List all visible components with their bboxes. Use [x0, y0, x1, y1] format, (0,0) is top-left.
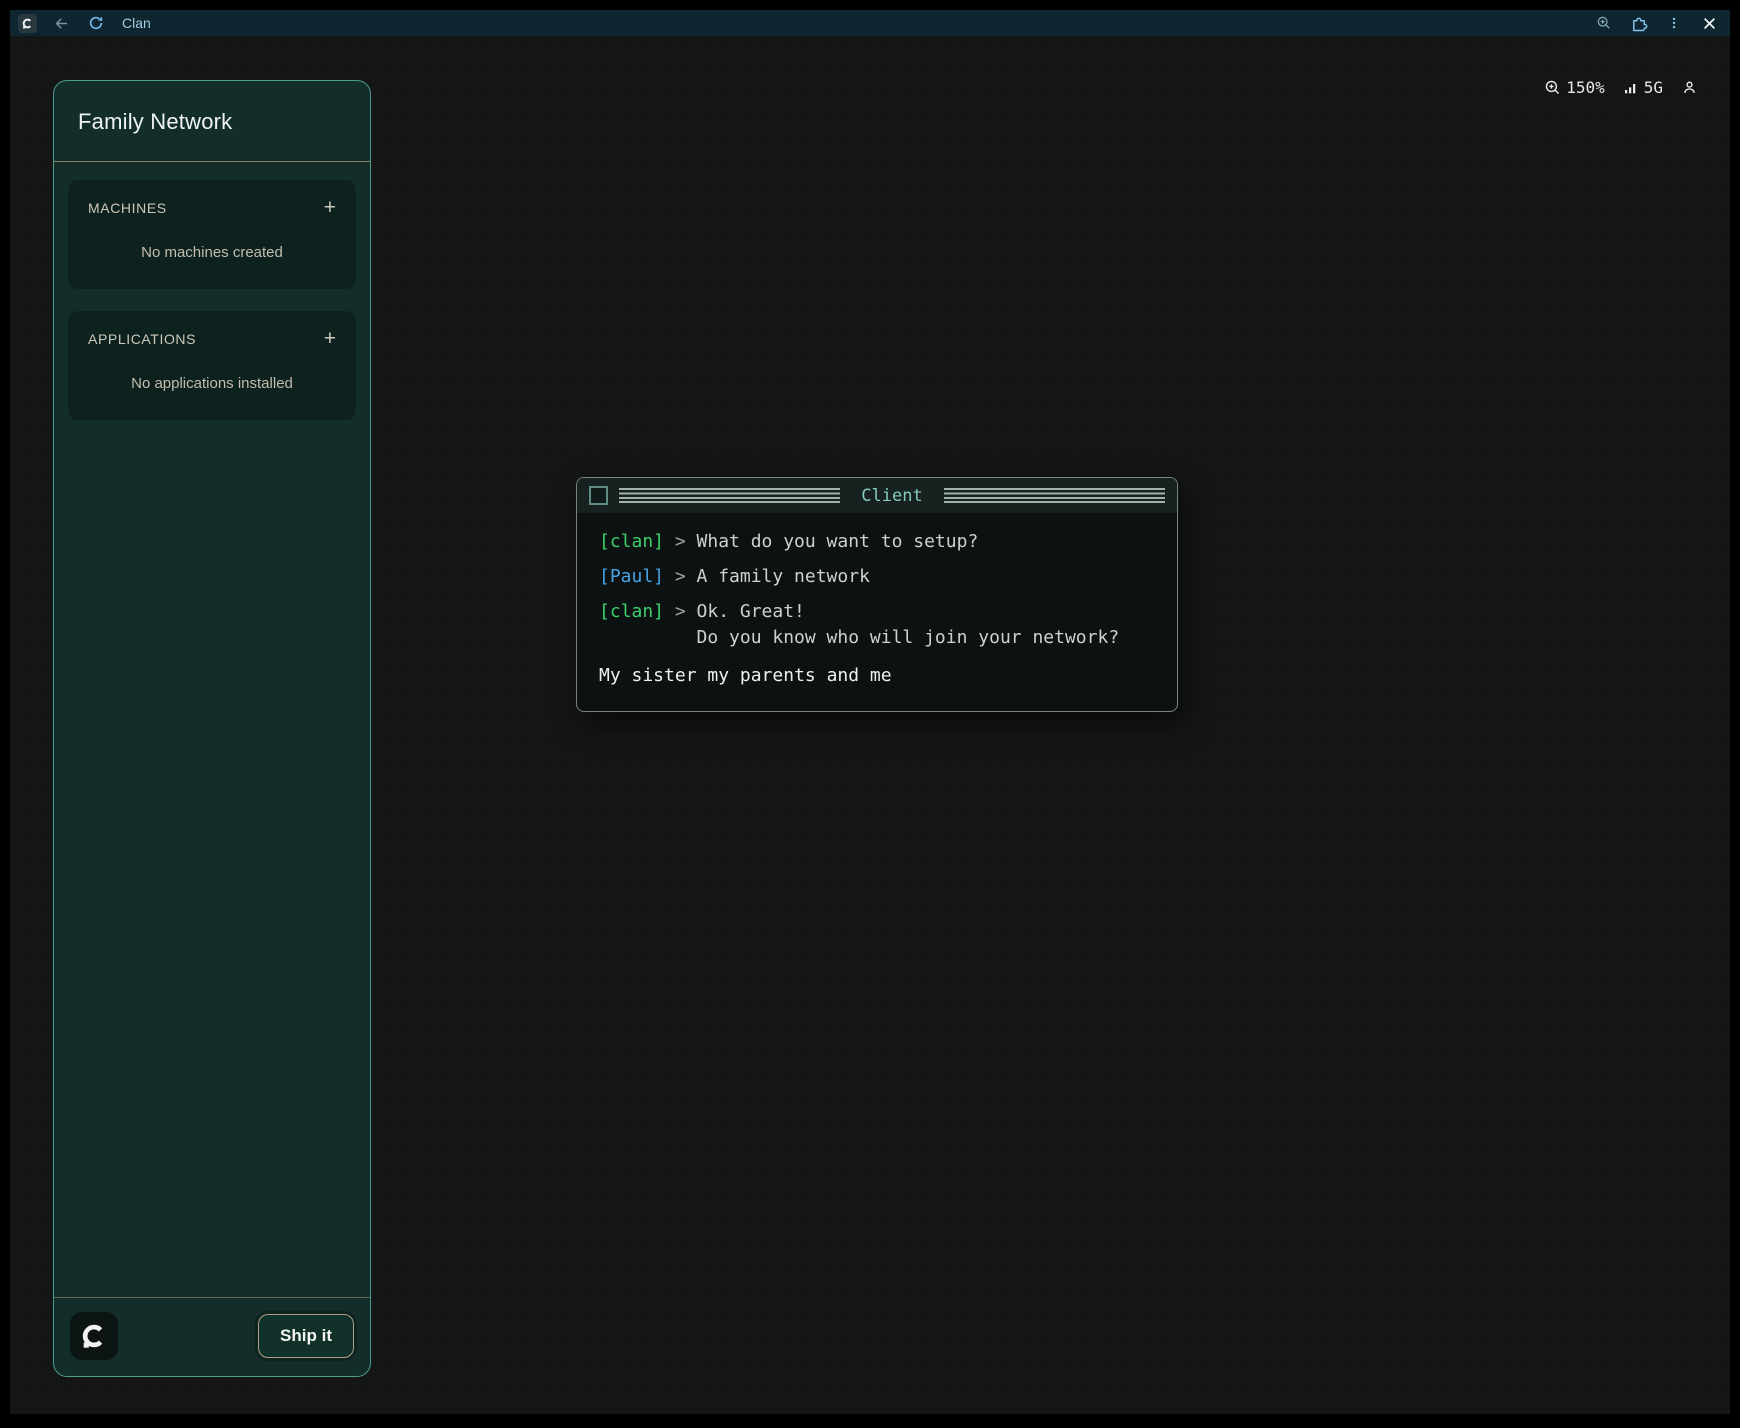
client-terminal-body: [clan]>What do you want to setup?[Paul]>… — [577, 513, 1177, 711]
add-application-button[interactable]: + — [324, 332, 336, 346]
chat-speaker-label: [Paul] — [599, 564, 664, 590]
chat-message-text: Ok. Great!Do you know who will join your… — [697, 599, 1155, 651]
client-window-title: Client — [851, 486, 932, 506]
clan-logo — [70, 1312, 118, 1360]
chat-speaker-label: [clan] — [599, 529, 664, 555]
machines-empty-text: No machines created — [88, 244, 336, 261]
magnifier-zoom-icon — [1544, 79, 1561, 96]
network-type-value: 5G — [1644, 78, 1663, 97]
extensions-button[interactable] — [1628, 12, 1650, 34]
reload-icon — [88, 15, 104, 31]
machines-section: MACHINES + No machines created — [68, 180, 356, 289]
applications-section-header: APPLICATIONS + — [88, 331, 336, 347]
applications-label: APPLICATIONS — [88, 331, 196, 347]
chat-speaker-label: [clan] — [599, 599, 664, 651]
chat-message-text: A family network — [697, 564, 1155, 590]
add-machine-button[interactable]: + — [324, 201, 336, 215]
app-window: Clan — [10, 10, 1730, 1414]
client-titlebar[interactable]: Client — [577, 478, 1177, 513]
zoom-button[interactable] — [1593, 12, 1615, 34]
reload-button[interactable] — [85, 12, 107, 34]
magnifier-zoom-icon — [1596, 15, 1612, 31]
chat-message: [clan]>Ok. Great!Do you know who will jo… — [599, 599, 1155, 651]
back-arrow-icon — [53, 15, 70, 32]
applications-empty-text: No applications installed — [88, 375, 336, 392]
clan-logo-icon — [21, 17, 34, 30]
page-title: Clan — [122, 15, 151, 31]
chat-prompt-char: > — [664, 599, 697, 651]
network-indicator: 5G — [1623, 78, 1663, 97]
ship-it-button[interactable]: Ship it — [258, 1314, 354, 1358]
family-network-panel: Family Network MACHINES + No machines cr… — [53, 80, 371, 1377]
chat-message-text: What do you want to setup? — [697, 529, 1155, 555]
titlebar-stripes-right — [944, 488, 1165, 503]
zoom-level-indicator: 150% — [1544, 78, 1605, 97]
applications-section: APPLICATIONS + No applications installed — [68, 311, 356, 420]
page-viewport: 150% 5G Family Network — [10, 36, 1730, 1414]
chat-messages: [clan]>What do you want to setup?[Paul]>… — [599, 529, 1155, 651]
zoom-level-value: 150% — [1566, 78, 1605, 97]
app-favicon — [18, 14, 37, 33]
chat-input-line[interactable]: My sister my parents and me — [599, 663, 1155, 689]
chat-message: [clan]>What do you want to setup? — [599, 529, 1155, 555]
menu-button[interactable] — [1663, 12, 1685, 34]
machines-section-header: MACHINES + — [88, 200, 336, 216]
status-indicators: 150% 5G — [1544, 78, 1698, 97]
panel-body: MACHINES + No machines created APPLICATI… — [54, 162, 370, 438]
machines-label: MACHINES — [88, 200, 167, 216]
close-icon — [1702, 16, 1717, 31]
window-close-box[interactable] — [589, 486, 608, 505]
panel-header: Family Network — [54, 81, 370, 161]
user-indicator — [1681, 79, 1698, 96]
extensions-icon — [1630, 14, 1648, 32]
user-icon — [1681, 79, 1698, 96]
back-button[interactable] — [50, 12, 72, 34]
browser-titlebar: Clan — [10, 10, 1730, 36]
chat-prompt-char: > — [664, 564, 697, 590]
close-window-button[interactable] — [1698, 12, 1720, 34]
panel-title: Family Network — [78, 109, 346, 135]
panel-footer: Ship it — [54, 1297, 370, 1376]
titlebar-stripes-left — [619, 488, 840, 503]
client-window: Client [clan]>What do you want to setup?… — [576, 477, 1178, 712]
chat-message: [Paul]>A family network — [599, 564, 1155, 590]
chat-prompt-char: > — [664, 529, 697, 555]
menu-kebab-icon — [1667, 15, 1681, 31]
clan-logo-icon — [79, 1321, 109, 1351]
signal-bars-icon — [1623, 80, 1639, 96]
